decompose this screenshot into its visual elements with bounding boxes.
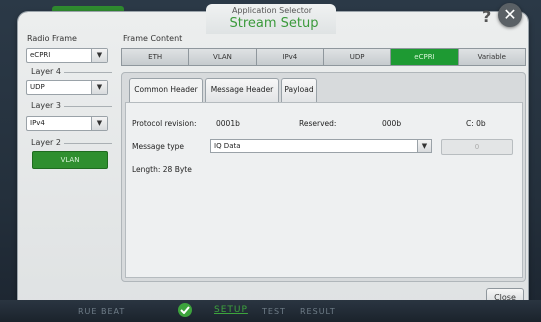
- message-type-label: Message type: [132, 142, 185, 151]
- chevron-down-icon: ▼: [91, 117, 107, 130]
- layer2-label: Layer 2: [31, 138, 61, 147]
- chevron-down-icon: ▼: [91, 49, 107, 62]
- tab-ipv4[interactable]: IPv4: [256, 49, 324, 65]
- protocol-revision-label: Protocol revision:: [132, 119, 197, 128]
- layer4-value: UDP: [30, 83, 45, 91]
- tab-variable[interactable]: Variable: [458, 49, 525, 65]
- bottom-item-test[interactable]: TEST: [262, 307, 286, 316]
- frame-content-label: Frame Content: [123, 34, 183, 43]
- chevron-down-icon: ▼: [417, 140, 431, 152]
- divider: [64, 72, 112, 73]
- tab-payload[interactable]: Payload: [281, 78, 317, 102]
- reserved-value: 000b: [382, 119, 402, 128]
- message-type-extra-field: 0: [441, 139, 513, 155]
- protocol-revision-value: 0001b: [216, 119, 240, 128]
- radio-frame-select[interactable]: eCPRI ▼: [26, 48, 108, 63]
- radio-frame-value: eCPRI: [30, 51, 51, 59]
- divider: [64, 106, 112, 107]
- check-icon: [178, 303, 192, 317]
- bottom-item-setup[interactable]: SETUP: [214, 305, 248, 315]
- tab-common-header[interactable]: Common Header: [129, 78, 203, 102]
- app-selector-title[interactable]: Application Selector: [210, 6, 334, 15]
- help-button[interactable]: ?: [482, 7, 491, 26]
- divider: [64, 143, 112, 144]
- tab-ecpri[interactable]: eCPRI: [391, 49, 459, 65]
- tab-vlan[interactable]: VLAN: [189, 49, 257, 65]
- layer2-vlan-button[interactable]: VLAN: [32, 151, 108, 169]
- message-type-value: IQ Data: [214, 142, 241, 150]
- frame-content-tabs: ETH VLAN IPv4 UDP eCPRI Variable: [121, 48, 526, 66]
- bottom-item-beat[interactable]: RUE BEAT: [78, 307, 125, 316]
- reserved-label: Reserved:: [299, 119, 337, 128]
- radio-frame-label: Radio Frame: [27, 34, 77, 43]
- layer4-select[interactable]: UDP ▼: [26, 80, 108, 95]
- layer3-label: Layer 3: [31, 101, 61, 110]
- chevron-down-icon: ▼: [91, 81, 107, 94]
- message-type-select[interactable]: IQ Data ▼: [210, 139, 432, 153]
- length-label: Length: 28 Byte: [132, 165, 192, 174]
- dialog-title: Stream Setup: [229, 16, 319, 31]
- tab-message-header[interactable]: Message Header: [205, 78, 279, 102]
- tab-udp[interactable]: UDP: [323, 49, 392, 65]
- layer3-select[interactable]: IPv4 ▼: [26, 116, 108, 131]
- common-header-content: [125, 102, 523, 278]
- bottom-item-result[interactable]: RESULT: [300, 307, 336, 316]
- close-icon[interactable]: ✕: [498, 3, 522, 27]
- layer3-value: IPv4: [30, 119, 45, 127]
- tab-eth[interactable]: ETH: [122, 49, 190, 65]
- c-bit-value: C: 0b: [466, 119, 486, 128]
- layer4-label: Layer 4: [31, 67, 61, 76]
